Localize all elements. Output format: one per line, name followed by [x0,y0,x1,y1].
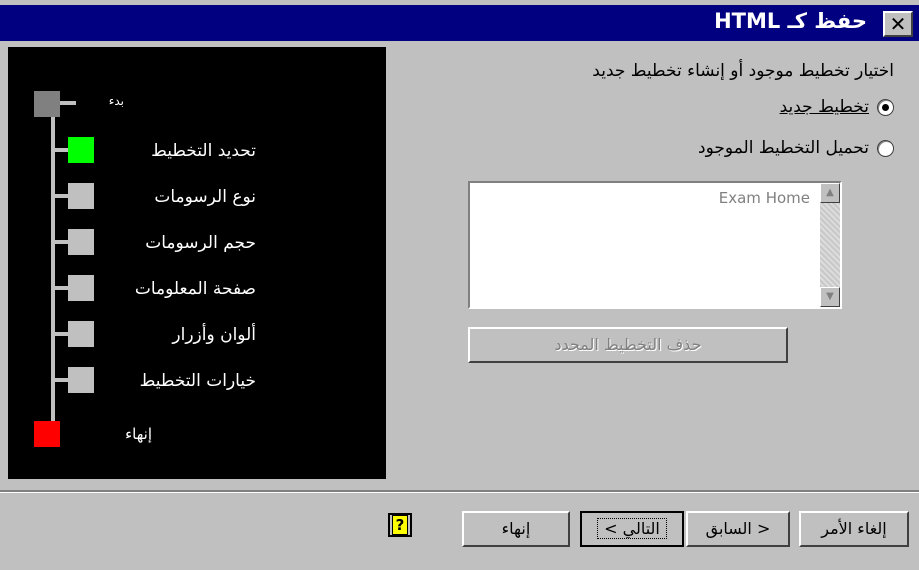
delete-layout-button[interactable]: حذف التخطيط المحدد [468,327,788,363]
wizard-content: اختيار تخطيط موجود أو إنشاء تخطيط جديد ت… [386,47,916,479]
step-label-graphics-type: نوع الرسومات [154,187,256,207]
step-label-graphics-size: حجم الرسومات [145,233,256,253]
steps-connector [51,103,55,445]
listbox-scrollbar[interactable]: ▲ ▼ [820,183,840,307]
help-button[interactable]: ? [388,513,412,537]
cancel-button[interactable]: إلغاء الأمر [799,511,909,547]
radio-new-layout-indicator[interactable] [877,98,894,116]
layouts-listbox[interactable]: Exam Home ▲ ▼ [468,181,842,309]
next-button[interactable]: التالي > [580,511,684,547]
close-button[interactable]: ✕ [883,11,913,37]
scroll-down-icon[interactable]: ▼ [820,287,840,307]
window-title: حفظ كـ HTML [714,9,867,33]
radio-load-layout-indicator[interactable] [877,139,894,157]
radio-new-layout[interactable]: تخطيط جديد [780,97,894,117]
step-label-layout-options: خيارات التخطيط [139,371,256,391]
step-marker-start [34,91,60,117]
footer-divider-highlight [0,492,919,493]
step-label-layout: تحديد التخطيط [151,141,256,161]
title-bar: حفظ كـ HTML ✕ [0,5,919,41]
back-button[interactable]: < السابق [686,511,790,547]
layout-prompt: اختيار تخطيط موجود أو إنشاء تخطيط جديد [592,61,894,81]
radio-load-layout[interactable]: تحميل التخطيط الموجود [698,138,894,158]
next-button-label: التالي > [597,518,667,539]
layout-list-item[interactable]: Exam Home [719,189,810,207]
step-label-info-page: صفحة المعلومات [134,279,256,299]
finish-button[interactable]: إنهاء [462,511,570,547]
help-icon: ? [391,515,409,535]
scroll-up-icon[interactable]: ▲ [820,183,840,203]
step-label-finish: إنهاء [125,425,152,443]
close-icon: ✕ [889,12,907,36]
radio-load-layout-label[interactable]: تحميل التخطيط الموجود [698,138,869,158]
step-marker-finish [34,421,60,447]
radio-new-layout-label[interactable]: تخطيط جديد [780,97,869,117]
step-label-start: بدء [108,94,124,108]
wizard-body: بدء تحديد التخطيط نوع الرسومات حجم الرسو… [0,41,919,490]
wizard-steps-panel: بدء تحديد التخطيط نوع الرسومات حجم الرسو… [8,47,386,479]
step-label-colors-buttons: ألوان وأزرار [172,325,256,345]
